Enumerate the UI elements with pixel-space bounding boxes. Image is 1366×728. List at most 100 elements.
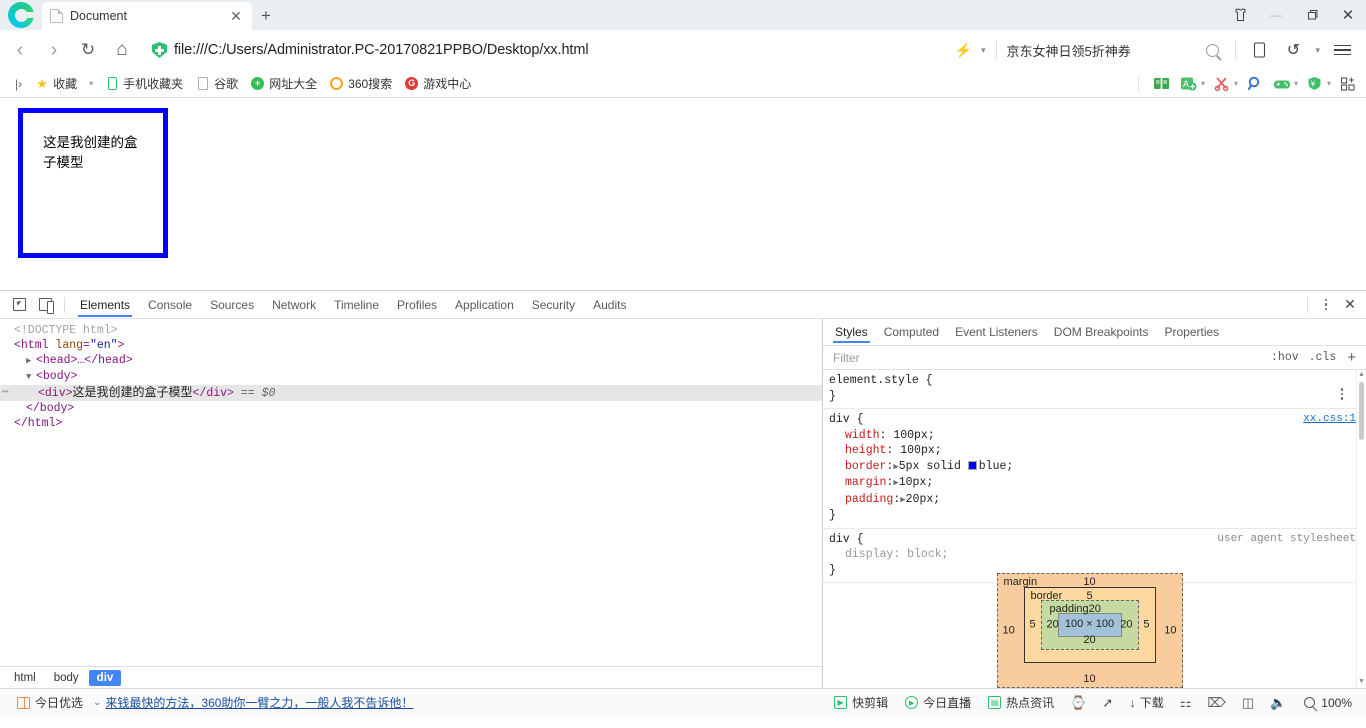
color-swatch[interactable] bbox=[967, 460, 977, 470]
status-flag[interactable]: ⚏ bbox=[1174, 695, 1198, 711]
tab-styles[interactable]: Styles bbox=[827, 322, 876, 343]
tab-dom-breakpoints[interactable]: DOM Breakpoints bbox=[1046, 322, 1157, 342]
expand-open-icon[interactable]: ▼ bbox=[26, 370, 34, 385]
breadcrumb-html[interactable]: html bbox=[6, 670, 44, 686]
new-style-rule-button[interactable]: + bbox=[1341, 349, 1360, 366]
box-model-padding-bottom[interactable]: 20 bbox=[1042, 633, 1138, 649]
status-today-picks[interactable]: 今日优选 bbox=[10, 694, 89, 711]
close-icon[interactable]: ✕ bbox=[228, 8, 244, 24]
dom-line-doctype[interactable]: <!DOCTYPE html> bbox=[0, 323, 822, 338]
tab-timeline[interactable]: Timeline bbox=[325, 294, 388, 316]
status-window[interactable]: ◫ bbox=[1236, 695, 1260, 711]
shirt-icon[interactable] bbox=[1222, 0, 1258, 30]
grid-apps-icon[interactable] bbox=[1336, 73, 1360, 95]
tab-event-listeners[interactable]: Event Listeners bbox=[947, 322, 1046, 342]
declaration-margin[interactable]: margin:▶10px; bbox=[829, 475, 1356, 492]
minimize-button[interactable]: — bbox=[1258, 0, 1294, 30]
bookmark-overflow-button[interactable]: |› bbox=[10, 75, 27, 93]
bookmark-item-mobile-favorites[interactable]: 手机收藏夹 bbox=[100, 73, 188, 94]
search-icon[interactable] bbox=[1196, 34, 1228, 66]
scroll-down-icon[interactable]: ▼ bbox=[1357, 677, 1366, 688]
status-clock[interactable]: ⌚ bbox=[1064, 695, 1092, 711]
device-toolbar-icon[interactable] bbox=[32, 293, 58, 317]
window-close-button[interactable]: ✕ bbox=[1330, 0, 1366, 30]
status-rocket[interactable]: ➚ bbox=[1096, 695, 1119, 711]
box-model-border[interactable]: border 5 5 5 padding20 20 20 20 100 × 10… bbox=[1023, 587, 1156, 663]
breadcrumb-body[interactable]: body bbox=[46, 670, 87, 686]
cls-toggle[interactable]: .cls bbox=[1304, 351, 1342, 364]
dom-line-body-close[interactable]: </body> bbox=[0, 401, 822, 416]
tab-network[interactable]: Network bbox=[263, 294, 325, 316]
box-model-margin[interactable]: margin 10 10 10 10 border 5 5 5 padding2… bbox=[996, 573, 1183, 688]
chevron-down-icon[interactable]: ▾ bbox=[1234, 79, 1238, 88]
search-box[interactable]: 京东女神日领5折神券 bbox=[1004, 41, 1194, 60]
tab-profiles[interactable]: Profiles bbox=[388, 294, 446, 316]
dom-line-body[interactable]: ▼ <body> bbox=[0, 369, 822, 385]
chevron-down-icon[interactable]: ▾ bbox=[977, 45, 990, 56]
tab-audits[interactable]: Audits bbox=[584, 294, 635, 316]
bookmark-item-website-directory[interactable]: + 网址大全 bbox=[246, 73, 322, 94]
style-rule-div-author[interactable]: div { xx.css:1 width: 100px; height: 100… bbox=[823, 409, 1366, 529]
scissors-icon[interactable] bbox=[1210, 73, 1234, 95]
filter-input[interactable]: Filter bbox=[833, 351, 860, 365]
dom-line-html-close[interactable]: </html> bbox=[0, 416, 822, 431]
status-download[interactable]: ↓ 下载 bbox=[1123, 694, 1170, 711]
kebab-menu-icon[interactable] bbox=[1316, 295, 1336, 315]
chevron-down-icon[interactable]: ⌄ bbox=[93, 697, 101, 708]
back-button[interactable]: ‹ bbox=[4, 34, 36, 66]
scrollbar-thumb[interactable] bbox=[1359, 382, 1364, 440]
stylesheet-link[interactable]: xx.css:1 bbox=[1303, 412, 1356, 428]
box-model-margin-right[interactable]: 10 bbox=[1164, 623, 1176, 639]
tab-computed[interactable]: Computed bbox=[876, 322, 947, 342]
bookmark-item-game-center[interactable]: G 游戏中心 bbox=[400, 73, 476, 94]
status-zoom[interactable]: 100% bbox=[1296, 695, 1358, 710]
box-model-margin-left[interactable]: 10 bbox=[1003, 623, 1015, 639]
expand-collapsed-icon[interactable]: ▶ bbox=[26, 354, 34, 369]
shield-yen-icon[interactable]: ¥ bbox=[1303, 73, 1327, 95]
dom-line-div-selected[interactable]: ⋯ <div>这是我创建的盒子模型</div> == $0 bbox=[0, 385, 822, 401]
devtools-close-icon[interactable]: ✕ bbox=[1338, 294, 1362, 316]
bookmark-item-favorites[interactable]: ★ 收藏 bbox=[30, 73, 82, 94]
status-hot-news[interactable]: ▤ 热点资讯 bbox=[981, 694, 1060, 711]
bookmark-item-google[interactable]: 谷歌 bbox=[191, 73, 243, 94]
tab-sources[interactable]: Sources bbox=[201, 294, 263, 316]
forward-button[interactable]: › bbox=[38, 34, 70, 66]
status-live-today[interactable]: ▶ 今日直播 bbox=[898, 694, 977, 711]
status-quick-clip[interactable]: ▶ 快剪辑 bbox=[827, 694, 894, 711]
tab-properties[interactable]: Properties bbox=[1156, 322, 1227, 342]
hamburger-icon[interactable] bbox=[1326, 34, 1358, 66]
kebab-menu-icon[interactable] bbox=[1332, 384, 1352, 404]
box-model-padding-top[interactable]: 20 bbox=[1089, 603, 1101, 615]
chevron-down-icon[interactable]: ▾ bbox=[1294, 79, 1298, 88]
hov-toggle[interactable]: :hov bbox=[1266, 351, 1304, 364]
scroll-up-icon[interactable]: ▲ bbox=[1357, 370, 1366, 381]
tab-application[interactable]: Application bbox=[446, 294, 523, 316]
inspect-element-icon[interactable] bbox=[6, 293, 32, 317]
box-model-padding-right[interactable]: 20 bbox=[1120, 617, 1132, 633]
tab-document[interactable]: Document ✕ bbox=[42, 2, 252, 30]
new-tab-button[interactable]: + bbox=[252, 2, 280, 30]
address-bar[interactable]: file:///C:/Users/Administrator.PC-201708… bbox=[144, 36, 950, 64]
styles-scrollbar[interactable]: ▲ ▼ bbox=[1356, 370, 1366, 688]
dom-line-head[interactable]: ▶ <head>…</head> bbox=[0, 353, 822, 369]
breadcrumb-div[interactable]: div bbox=[88, 669, 122, 686]
tab-console[interactable]: Console bbox=[139, 294, 201, 316]
gamepad-icon[interactable] bbox=[1270, 73, 1294, 95]
declaration-height[interactable]: height: 100px; bbox=[829, 443, 1356, 459]
chevron-down-icon[interactable]: ▾ bbox=[1327, 79, 1331, 88]
reload-button[interactable]: ↻ bbox=[72, 34, 104, 66]
box-model-padding[interactable]: padding20 20 20 20 100 × 100 bbox=[1040, 600, 1139, 650]
book-icon[interactable] bbox=[1150, 73, 1174, 95]
magnifier-icon[interactable] bbox=[1243, 73, 1267, 95]
box-model-padding-left[interactable]: 20 bbox=[1047, 617, 1059, 633]
box-model-border-left[interactable]: 5 bbox=[1030, 617, 1036, 633]
history-icon[interactable]: ↺ bbox=[1277, 34, 1309, 66]
bookmark-item-360-search[interactable]: 360搜索 bbox=[325, 73, 397, 94]
chevron-down-icon[interactable]: ▾ bbox=[1201, 79, 1205, 88]
box-model-margin-bottom[interactable]: 10 bbox=[998, 672, 1182, 688]
phone-icon[interactable] bbox=[1243, 34, 1275, 66]
promo-link[interactable]: 来钱最快的方法，360助你一臂之力，一般人我不告诉他！ bbox=[105, 694, 413, 711]
chevron-down-icon[interactable]: ▾ bbox=[85, 79, 97, 88]
home-button[interactable]: ⌂ bbox=[106, 34, 138, 66]
bolt-icon[interactable]: ⚡ bbox=[952, 42, 975, 59]
